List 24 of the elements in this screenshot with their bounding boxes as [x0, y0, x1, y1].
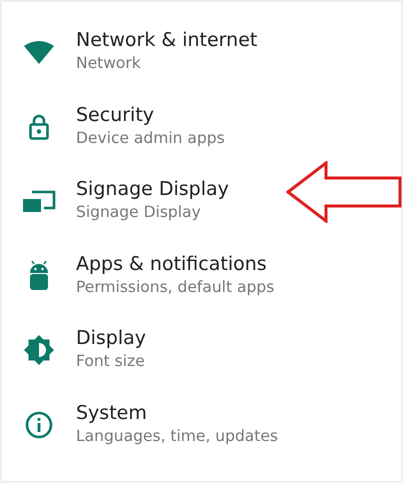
settings-item[interactable]: System Languages, time, updates [2, 396, 401, 471]
info-icon [25, 410, 53, 438]
setting-subtitle: Languages, time, updates [76, 426, 278, 446]
lock-icon [29, 114, 49, 140]
setting-title: Display [76, 326, 146, 350]
setting-subtitle: Font size [76, 351, 146, 372]
setting-title: Network & internet [76, 28, 258, 52]
settings-item[interactable]: Network & internet Network [2, 24, 401, 98]
setting-subtitle: Signage Display [76, 202, 202, 223]
settings-item[interactable]: Display Font size [2, 322, 401, 396]
setting-subtitle: Device admin apps [76, 128, 225, 148]
settings-item[interactable]: Security Device admin apps [2, 98, 401, 173]
setting-title: System [76, 400, 148, 424]
wifi-icon [24, 40, 54, 64]
setting-subtitle: Network [76, 53, 142, 74]
android-icon [29, 260, 49, 290]
setting-title: Apps & notifications [76, 252, 268, 276]
settings-item[interactable]: Signage Display Signage Display [2, 173, 401, 248]
screens-icon [22, 189, 56, 213]
setting-title: Security [76, 102, 156, 126]
setting-title: Signage Display [76, 177, 229, 201]
setting-subtitle: Permissions, default apps [76, 276, 274, 298]
brightness-icon [24, 335, 54, 365]
settings-item[interactable]: Apps & notifications Permissions, default apps [2, 248, 401, 322]
